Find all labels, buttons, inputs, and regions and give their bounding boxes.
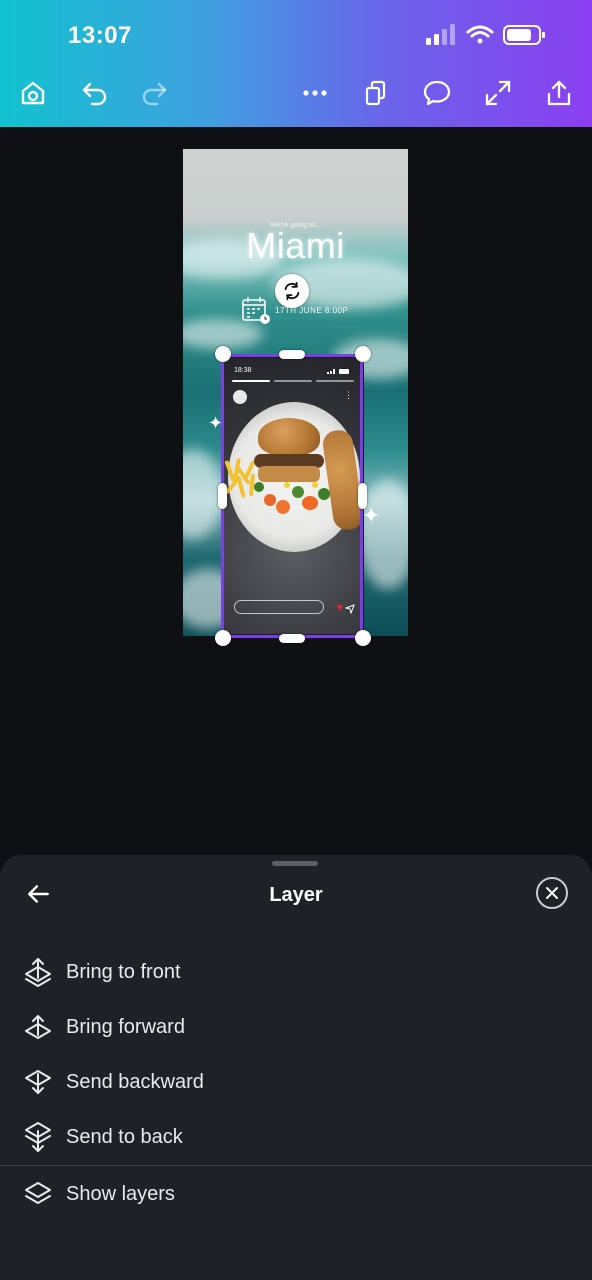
signal-icon <box>426 24 455 45</box>
menu-item-show-layers[interactable]: Show layers <box>0 1169 592 1219</box>
share-button[interactable] <box>542 76 576 110</box>
home-icon <box>21 81 45 105</box>
design-date-text: 17TH JUNE 8:00P <box>275 306 349 315</box>
menu-label: Send backward <box>66 1070 204 1093</box>
menu-label: Bring forward <box>66 1015 185 1038</box>
more-icon <box>303 90 327 96</box>
canvas-area[interactable]: We're going to... Miami 17TH JUNE 8:00P … <box>0 127 592 857</box>
status-time: 13:07 <box>68 22 132 49</box>
rotate-icon <box>284 281 300 301</box>
layers-icon <box>25 1182 51 1204</box>
resize-handle-left[interactable] <box>218 483 227 509</box>
bring-forward-icon <box>25 1015 51 1039</box>
calendar-icon <box>242 297 270 324</box>
menu-item-send-to-back[interactable]: Send to back <box>0 1112 592 1162</box>
sheet-grabber[interactable] <box>272 861 318 866</box>
more-button[interactable] <box>298 76 332 110</box>
close-button[interactable] <box>536 877 568 909</box>
send-backward-icon <box>25 1070 51 1094</box>
menu-item-bring-forward[interactable]: Bring forward <box>0 1002 592 1052</box>
resize-button[interactable] <box>481 76 515 110</box>
bring-to-front-icon <box>25 958 51 987</box>
home-button[interactable] <box>16 76 50 110</box>
resize-handle-top[interactable] <box>279 350 305 359</box>
comment-button[interactable] <box>420 76 454 110</box>
resize-handle-bottom-right[interactable] <box>355 630 371 646</box>
selection-frame <box>221 354 363 638</box>
menu-label: Bring to front <box>66 960 181 983</box>
status-icons <box>426 24 545 45</box>
sparkle-icon: ✦ <box>208 413 224 433</box>
resize-handle-bottom-left[interactable] <box>215 630 231 646</box>
sheet-title: Layer <box>269 884 323 906</box>
menu-item-bring-to-front[interactable]: Bring to front <box>0 947 592 997</box>
share-icon <box>547 80 571 106</box>
sparkle-icon: ✦ <box>362 503 381 528</box>
pages-button[interactable] <box>359 76 393 110</box>
resize-handle-bottom[interactable] <box>279 634 305 643</box>
close-icon <box>546 887 558 899</box>
top-toolbar: 13:07 <box>0 0 592 127</box>
battery-icon <box>503 25 545 45</box>
resize-handle-top-right[interactable] <box>355 346 371 362</box>
rotate-handle[interactable] <box>275 274 309 308</box>
menu-divider <box>0 1165 592 1166</box>
redo-icon <box>142 82 167 106</box>
comment-icon <box>423 80 451 106</box>
menu-label: Show layers <box>66 1182 175 1205</box>
send-to-back-icon <box>25 1122 51 1152</box>
design-city-title: Miami <box>246 225 345 266</box>
resize-handle-top-left[interactable] <box>215 346 231 362</box>
menu-label: Send to back <box>66 1125 183 1148</box>
undo-button[interactable] <box>78 76 112 110</box>
resize-icon <box>485 80 511 106</box>
wifi-icon <box>466 25 494 44</box>
pages-icon <box>365 80 386 106</box>
redo-button[interactable] <box>137 76 171 110</box>
menu-item-send-backward[interactable]: Send backward <box>0 1057 592 1107</box>
layer-sheet: Layer Bring to front Bring forward Send … <box>0 855 592 1280</box>
undo-icon <box>82 82 107 106</box>
